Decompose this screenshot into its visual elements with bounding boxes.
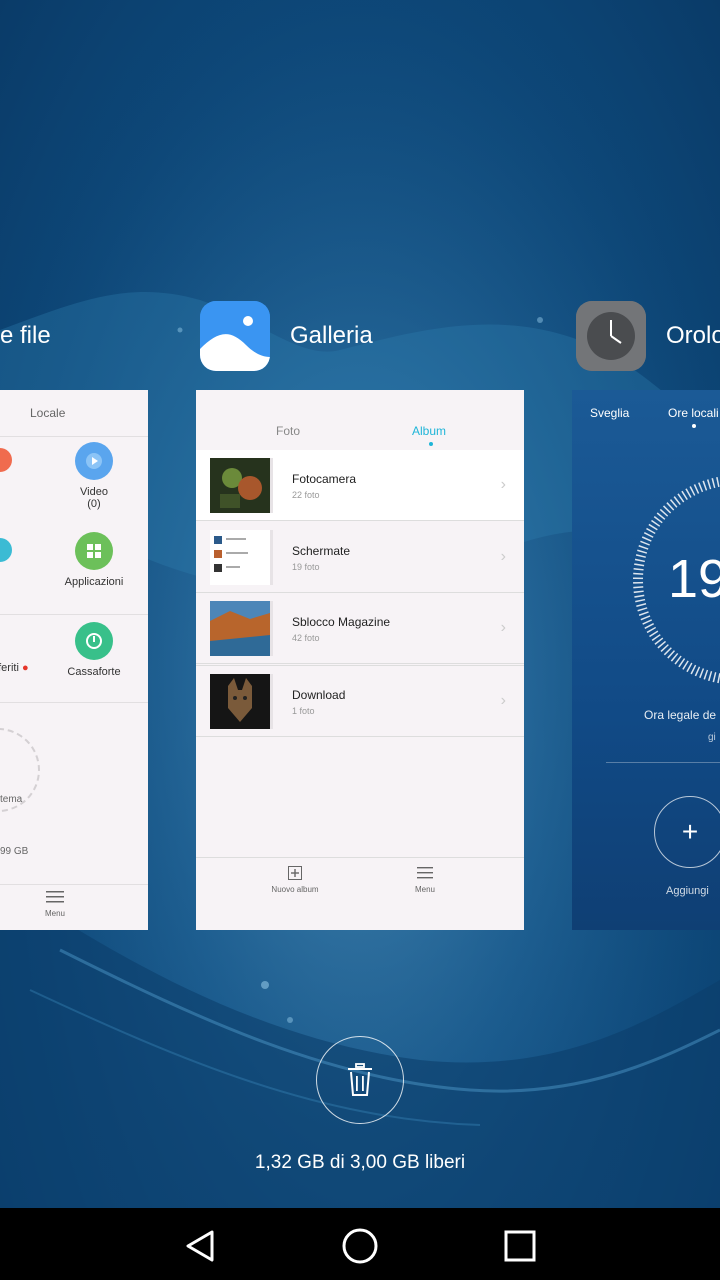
gallery-app-title-text: Galleria [290,322,373,349]
menu-icon [417,867,433,879]
back-button[interactable] [180,1226,220,1266]
tab-world-clock[interactable]: Ore locali [668,406,719,420]
clear-all-button[interactable] [316,1036,404,1124]
album-name: Sblocco Magazine [292,615,391,629]
album-row[interactable]: Sblocco Magazine 42 foto › [196,593,524,664]
chevron-right-icon: › [500,619,506,636]
add-album-icon [288,866,302,880]
files-item-video[interactable]: Video (0) [64,442,124,510]
storage-size: 99 GB [0,846,29,857]
apps-label: Applicazioni [64,576,124,588]
album-thumbnail [210,530,270,585]
chevron-right-icon: › [500,692,506,709]
home-button[interactable] [340,1226,380,1266]
files-app-title[interactable]: e file [0,300,51,372]
album-thumbnail [210,458,270,513]
files-item-favorites[interactable]: eferiti ● [0,662,29,674]
files-item-apps[interactable]: Applicazioni [54,532,134,588]
add-city-label: Aggiungi [666,885,709,897]
album-name: Fotocamera [292,472,357,486]
album-thumbnail [210,601,270,656]
plus-icon: + [681,816,699,847]
files-partial-icon [0,538,12,562]
timezone-sub: gi [708,732,716,743]
divider [0,702,148,703]
gallery-app-icon [200,301,270,371]
apps-icon [75,532,113,570]
gallery-menu-button[interactable]: Menu [408,866,442,894]
memory-status: 1,32 GB di 3,00 GB liberi [254,1152,466,1173]
album-row[interactable]: Schermate 19 foto › [196,522,524,593]
recents-button[interactable] [500,1226,540,1266]
album-row[interactable]: Download 1 foto › [196,665,524,737]
tab-photos[interactable]: Foto [276,424,300,438]
gallery-tab-bar: Foto Album [196,390,524,450]
clock-app-icon [576,301,646,371]
files-partial-icon [0,448,12,472]
files-menu-button[interactable]: Menu [38,890,72,918]
clock-app-title[interactable]: Orolo [576,300,720,372]
gallery-bottom-bar: Nuovo album Menu [196,857,524,930]
new-album-button[interactable]: Nuovo album [260,866,330,894]
divider [606,762,720,763]
album-count: 19 foto [292,562,320,572]
album-name: Download [292,688,346,702]
album-count: 42 foto [292,633,320,643]
tab-albums[interactable]: Album [412,424,446,438]
album-count: 22 foto [292,490,320,500]
tab-alarm[interactable]: Sveglia [590,406,629,420]
album-row[interactable]: Fotocamera 22 foto › [196,450,524,521]
add-city-button[interactable]: + [654,796,720,868]
menu-label: Menu [414,885,435,894]
divider [0,614,148,615]
album-name: Schermate [292,544,351,558]
files-app-title-text: e file [0,322,51,349]
clock-time: 19 [668,549,720,609]
menu-icon [46,891,64,903]
gallery-app-title[interactable]: Galleria [200,300,373,372]
back-icon [186,1230,214,1262]
album-count: 1 foto [292,706,315,716]
files-header: Locale [0,390,148,437]
vault-icon [75,622,113,660]
files-app-card[interactable]: Locale Video (0) Applicazioni eferiti ● … [0,390,148,930]
menu-label: Menu [44,909,65,918]
recents-icon [504,1230,536,1262]
clock-app-title-text: Orolo [666,322,720,349]
clock-app-card[interactable]: Sveglia Ore locali 19 Ora legale de gi +… [572,390,720,930]
files-item-vault[interactable]: Cassaforte [58,622,130,678]
chevron-right-icon: › [500,476,506,493]
favorites-label: eferiti [0,662,19,674]
trash-icon [348,1063,372,1096]
divider [0,884,148,885]
new-album-label: Nuovo album [271,885,319,894]
navigation-bar [0,1208,720,1280]
notification-dot-icon: ● [18,662,29,674]
storage-label: tema [0,794,23,805]
timezone-label: Ora legale de [644,708,717,722]
video-count: (0) [87,498,101,510]
files-tab-local[interactable]: Locale [30,406,65,420]
active-tab-indicator [429,442,433,446]
chevron-right-icon: › [500,548,506,565]
gallery-app-card[interactable]: Foto Album Fotocamera 22 foto › Schermat… [196,390,524,930]
video-icon [75,442,113,480]
video-label: Video [80,486,108,498]
home-icon [342,1228,378,1264]
album-thumbnail [210,674,270,729]
vault-label: Cassaforte [67,666,121,678]
active-tab-indicator [692,424,696,428]
